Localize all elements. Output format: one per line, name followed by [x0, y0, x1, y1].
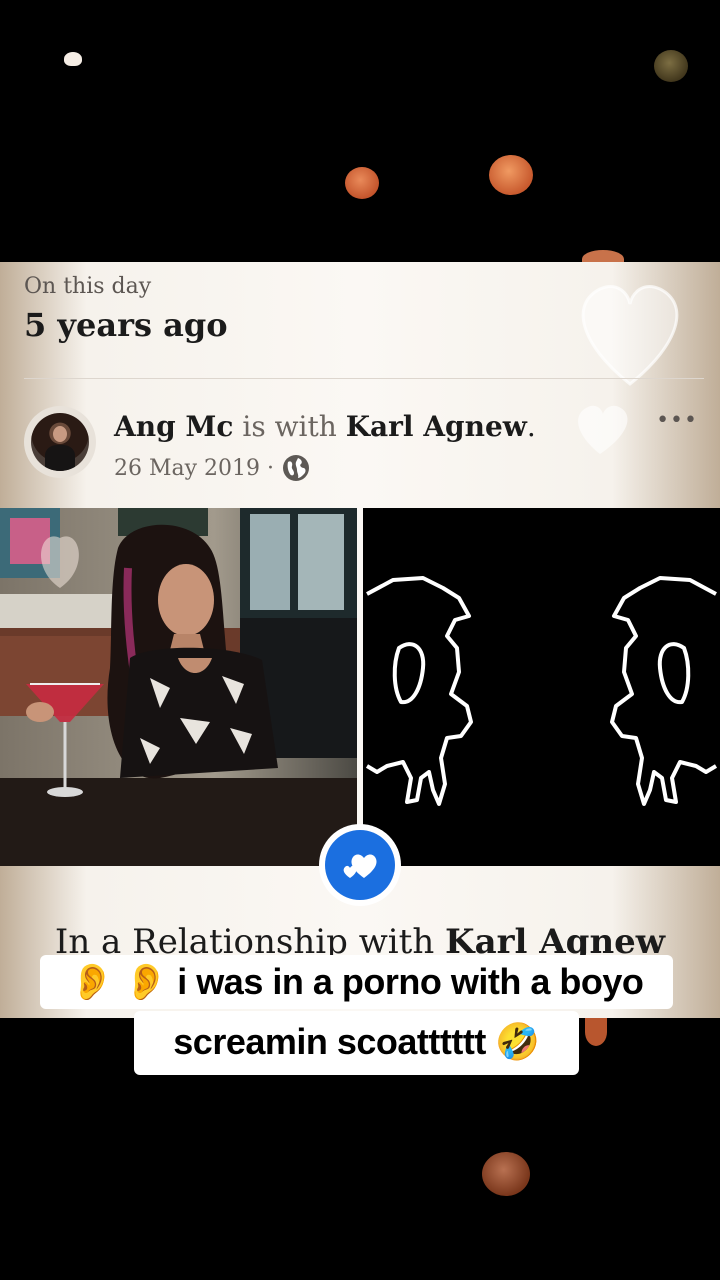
memory-card[interactable]: On this day 5 years ago Ang Mc is with K…: [0, 262, 720, 1018]
more-options-icon[interactable]: •••: [656, 408, 698, 433]
with-text: is with: [242, 410, 337, 443]
avatar[interactable]: [24, 406, 96, 478]
outline-figures-image: [365, 576, 718, 806]
bokeh-light: [585, 1018, 607, 1046]
caption-line-2: screamin scoatttttt 🤣: [134, 1011, 579, 1075]
caption-line-1: 👂 👂 i was in a porno with a boyo: [40, 955, 673, 1009]
hearts-icon: [343, 854, 377, 878]
post-date[interactable]: 26 May 2019 ·: [114, 456, 274, 481]
bokeh-light: [489, 155, 533, 195]
post-author-line: Ang Mc is with Karl Agnew.: [114, 410, 536, 443]
post-photo-outline-drawing[interactable]: [363, 508, 720, 866]
divider: [24, 378, 704, 379]
post-photo[interactable]: [0, 508, 357, 866]
tagged-friend-link[interactable]: Karl Agnew: [346, 410, 527, 443]
author-name-link[interactable]: Ang Mc: [114, 410, 233, 443]
bokeh-light: [482, 1152, 530, 1196]
bokeh-light: [654, 50, 688, 82]
globe-icon: [283, 455, 310, 481]
post-meta: 26 May 2019 ·: [114, 454, 310, 482]
years-ago-heading: 5 years ago: [24, 306, 228, 344]
relationship-badge: [319, 824, 401, 906]
bokeh-light: [345, 167, 379, 199]
decorative-hearts: [578, 285, 679, 454]
bokeh-light: [64, 52, 82, 66]
on-this-day-label: On this day: [24, 274, 152, 299]
photo-woman-with-cocktail: [0, 508, 357, 866]
